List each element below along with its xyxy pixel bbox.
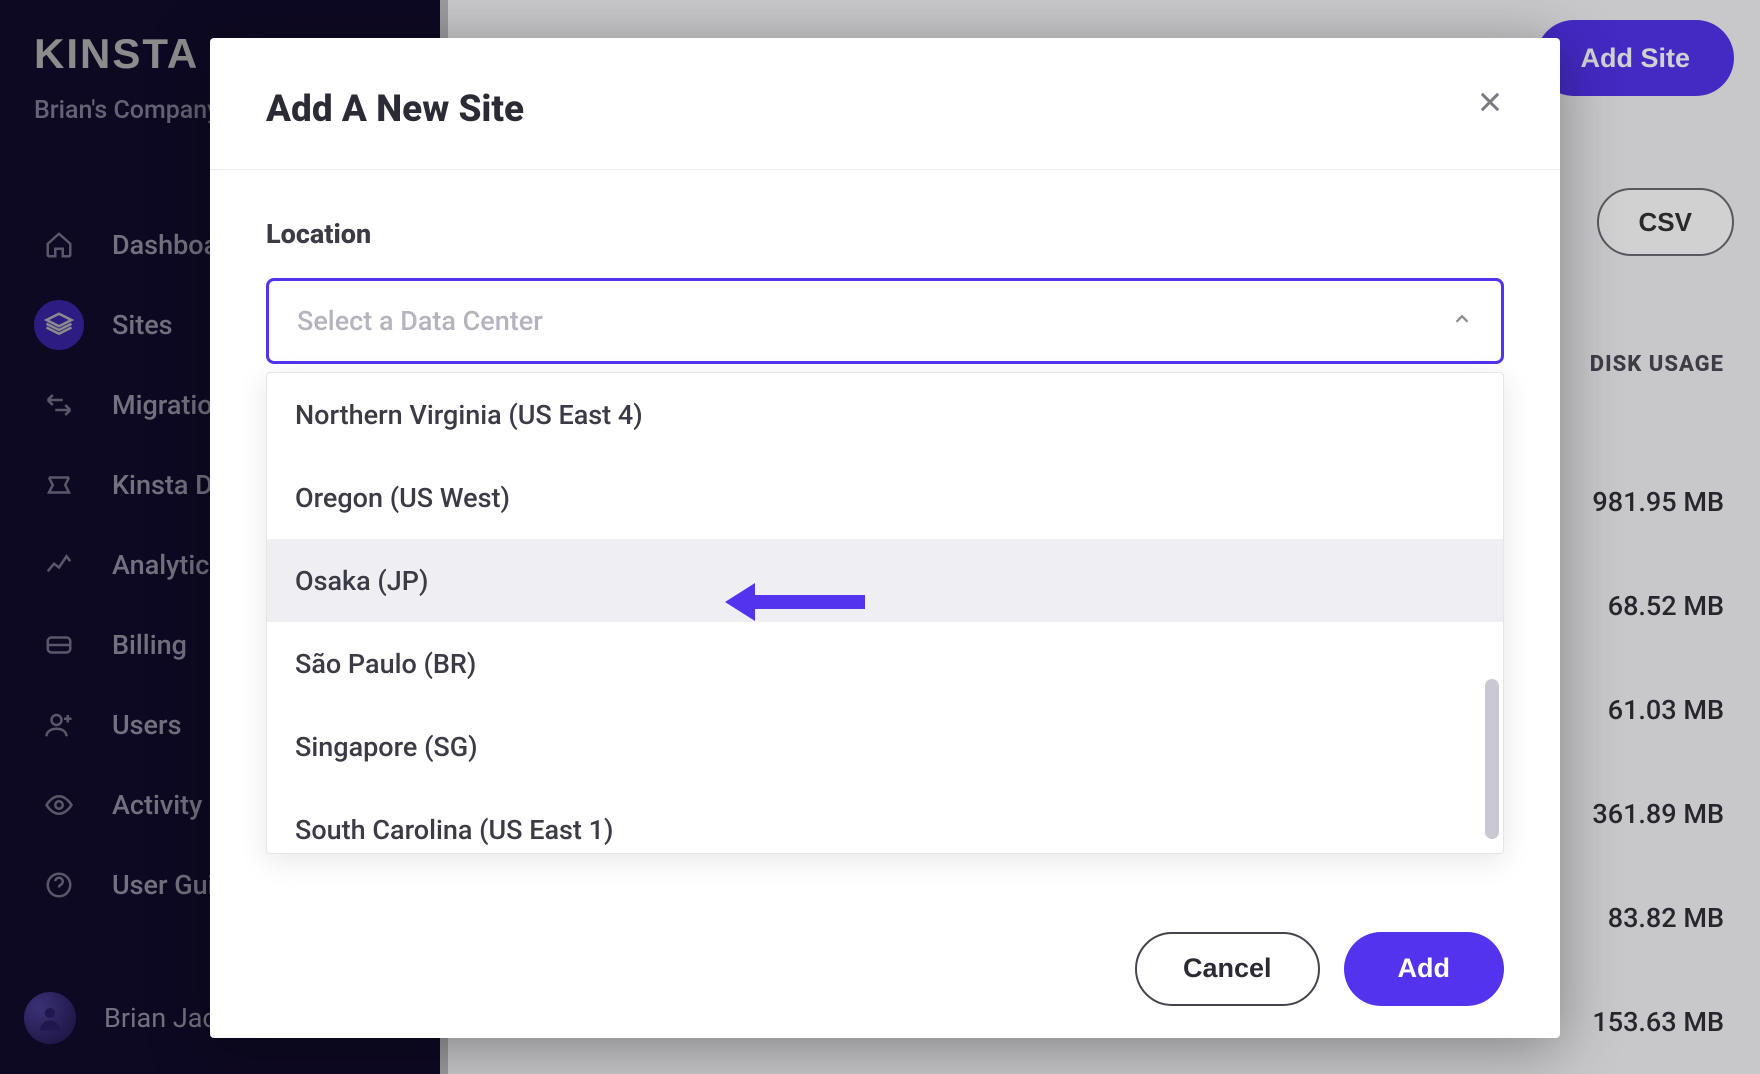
scroll-thumb[interactable] [1485, 679, 1499, 839]
add-site-modal: Add A New Site Location Select a Data Ce… [210, 38, 1560, 1038]
users-icon [34, 700, 84, 750]
dd-option-highlight[interactable]: Osaka (JP) [267, 539, 1503, 622]
help-icon [34, 860, 84, 910]
sidebar-item-label: Billing [112, 629, 187, 661]
select-placeholder: Select a Data Center [297, 305, 543, 337]
modal-title: Add A New Site [266, 88, 524, 131]
modal-footer: Cancel Add [210, 898, 1560, 1038]
dd-option[interactable]: South Carolina (US East 1) [267, 788, 1503, 853]
app-root: KINSTA Brian's Company Dashboard Sites M… [0, 0, 1760, 1074]
add-button[interactable]: Add [1344, 932, 1504, 1006]
migrate-icon [34, 380, 84, 430]
close-icon[interactable] [1476, 88, 1504, 120]
dns-icon [34, 460, 84, 510]
data-center-select[interactable]: Select a Data Center [266, 278, 1504, 364]
analytics-icon [34, 540, 84, 590]
sidebar-item-label: Sites [112, 309, 173, 341]
dd-option[interactable]: Singapore (SG) [267, 705, 1503, 788]
eye-icon [34, 780, 84, 830]
dropdown-scrollbar[interactable] [1485, 379, 1499, 847]
dd-option[interactable]: Oregon (US West) [267, 456, 1503, 539]
data-center-dropdown: Northern Virginia (US East 4) Oregon (US… [266, 372, 1504, 854]
dropdown-list[interactable]: Northern Virginia (US East 4) Oregon (US… [267, 373, 1503, 853]
layers-icon [34, 300, 84, 350]
sidebar-item-label: Analytics [112, 549, 223, 581]
modal-header: Add A New Site [210, 38, 1560, 169]
location-label: Location [266, 218, 1504, 250]
cancel-button[interactable]: Cancel [1135, 932, 1320, 1006]
dd-option[interactable]: São Paulo (BR) [267, 622, 1503, 705]
modal-body: Location Select a Data Center Northern V… [210, 170, 1560, 898]
avatar [24, 992, 76, 1044]
dd-option[interactable]: Northern Virginia (US East 4) [267, 373, 1503, 456]
billing-icon [34, 620, 84, 670]
sidebar-item-label: Users [112, 709, 181, 741]
chevron-up-icon [1451, 308, 1473, 334]
home-icon [34, 220, 84, 270]
